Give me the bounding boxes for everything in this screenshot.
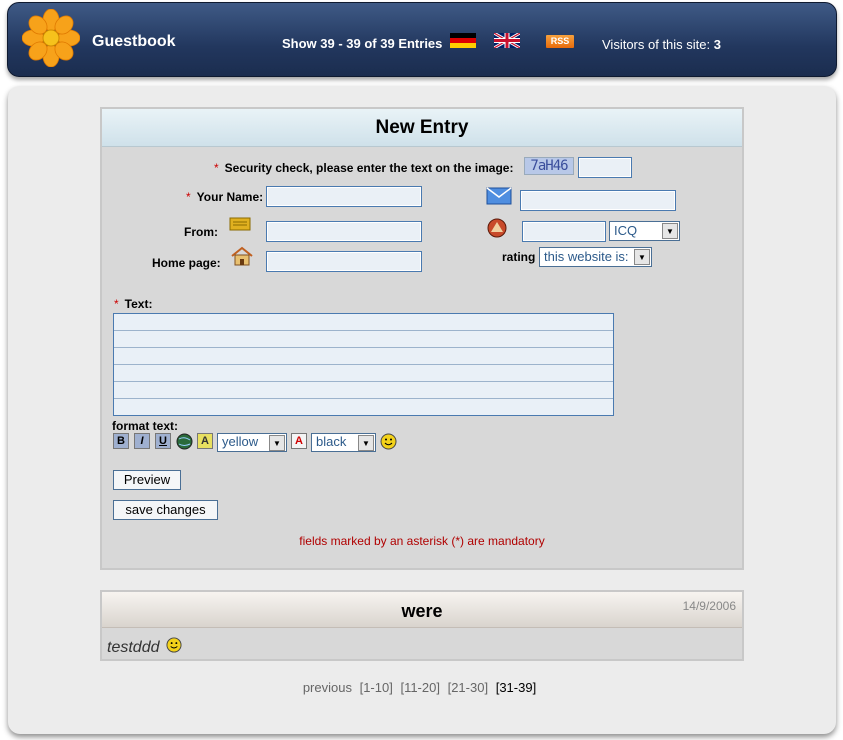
pager-current: [31-39] (495, 680, 537, 695)
preview-button[interactable]: Preview (113, 470, 181, 490)
link-globe-icon[interactable] (176, 433, 193, 450)
visitors-count: 3 (713, 37, 721, 52)
english-flag-icon[interactable] (494, 33, 520, 48)
messenger-id-input[interactable] (522, 221, 606, 242)
entry-text: testddd (107, 637, 182, 657)
pager-link[interactable]: [11-20] (400, 680, 440, 695)
homepage-label: Home page: (152, 256, 221, 270)
guestbook-entry: were 14/9/2006 testddd (100, 590, 744, 661)
underline-button[interactable]: U (155, 433, 171, 449)
font-color-select[interactable]: black ▼ (311, 433, 376, 452)
visitor-counter: Visitors of this site: 3 (602, 37, 721, 52)
house-icon (231, 246, 253, 266)
text-label: * Text: (114, 297, 153, 311)
header-bar: Guestbook Show 39 - 39 of 39 Entries RSS… (7, 2, 837, 77)
entry-date: 14/9/2006 (682, 599, 736, 613)
rating-select[interactable]: this website is: ▼ (539, 247, 652, 267)
save-changes-button[interactable]: save changes (113, 500, 218, 520)
italic-button[interactable]: I (134, 433, 150, 449)
pager-link[interactable]: [1-10] (360, 680, 393, 695)
pagination: previous [1-10] [11-20] [21-30] [31-39] (0, 680, 843, 695)
name-input[interactable] (266, 186, 422, 207)
entry-title: were (401, 601, 443, 621)
email-envelope-icon (486, 187, 512, 205)
german-flag-icon[interactable] (450, 33, 476, 48)
rating-label: rating (502, 250, 536, 264)
chevron-down-icon: ▼ (269, 435, 285, 451)
your-name-label: * Your Name: (186, 190, 264, 204)
email-input[interactable] (520, 190, 676, 211)
security-check-label: * Security check, please enter the text o… (214, 161, 514, 175)
from-input[interactable] (266, 221, 422, 242)
site-title: Guestbook (92, 33, 176, 50)
chevron-down-icon: ▼ (662, 223, 678, 239)
form-heading: New Entry (102, 109, 742, 147)
font-color-button[interactable]: A (291, 433, 307, 449)
format-text-label: format text: (112, 419, 179, 433)
bold-button[interactable]: B (113, 433, 129, 449)
smiley-icon[interactable] (380, 433, 397, 450)
smiley-icon (166, 637, 182, 653)
mandatory-note: fields marked by an asterisk (*) are man… (299, 534, 545, 548)
chevron-down-icon: ▼ (358, 435, 374, 451)
visitors-label: Visitors of this site: (602, 37, 711, 52)
chevron-down-icon: ▼ (634, 249, 650, 265)
from-label: From: (184, 225, 218, 239)
messenger-icon (487, 218, 507, 238)
captcha-image: 7aH46 (524, 157, 574, 175)
rss-feed-button[interactable]: RSS (546, 35, 574, 48)
pager-previous[interactable]: previous (303, 680, 352, 695)
captcha-input[interactable] (578, 157, 632, 178)
messenger-type-select[interactable]: ICQ ▼ (609, 221, 680, 241)
pager-link[interactable]: [21-30] (448, 680, 488, 695)
location-sign-icon (229, 217, 251, 231)
entry-text-area[interactable] (113, 313, 614, 416)
homepage-input[interactable] (266, 251, 422, 272)
highlight-color-button[interactable]: A (197, 433, 213, 449)
entries-info: Show 39 - 39 of 39 Entries (282, 36, 443, 51)
flower-logo-icon (22, 9, 80, 67)
new-entry-form: New Entry * Security check, please enter … (100, 107, 744, 570)
entry-header: were 14/9/2006 (102, 592, 742, 628)
background-color-select[interactable]: yellow ▼ (217, 433, 287, 452)
